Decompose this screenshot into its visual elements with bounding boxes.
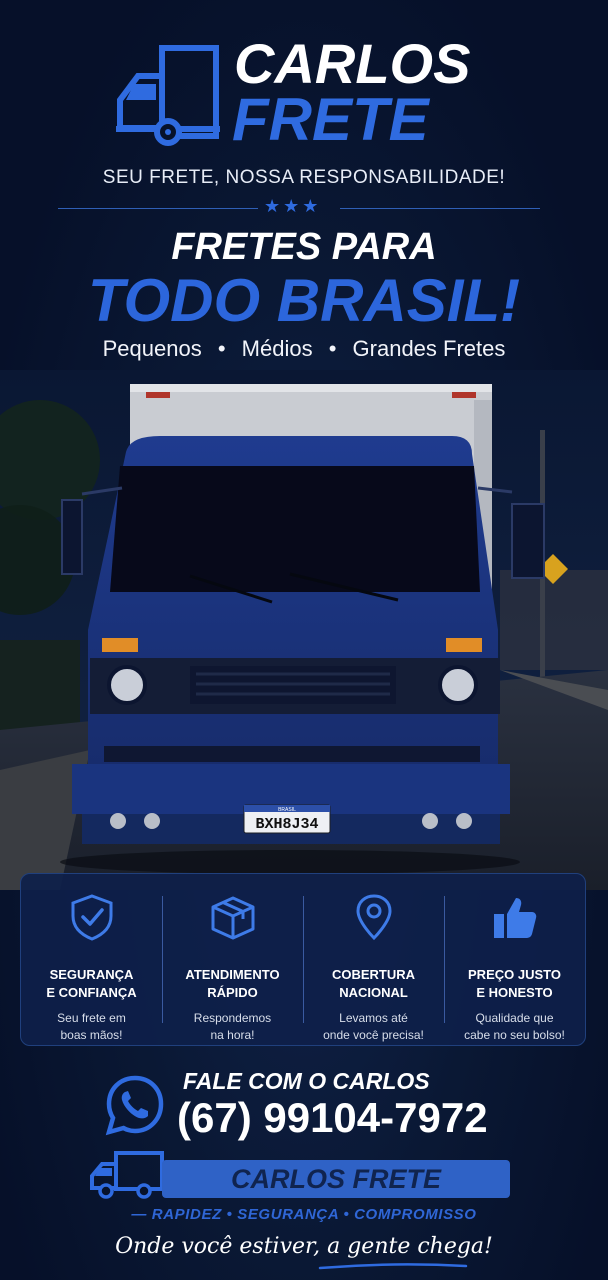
brand-name-line-2: FRETE [232, 86, 429, 153]
brand-name-line-1: CARLOS [234, 32, 471, 95]
headline-line-1: FRETES PARA [171, 226, 437, 268]
feature-national-coverage: COBERTURA NACIONAL Levamos até onde você… [303, 874, 444, 1045]
truck-photo: BRASIL BXH8J34 [0, 370, 608, 890]
slogan: Onde você estiver, a gente chega! [115, 1234, 493, 1259]
separator-dot: • [217, 336, 226, 361]
feature-title: PREÇO JUSTO E HONESTO [468, 967, 561, 1000]
size-large: Grandes Fretes [352, 336, 506, 361]
headline-line-2: TODO BRASIL! [87, 267, 521, 334]
windshield [110, 466, 480, 592]
feature-description: Levamos até onde você precisa! [323, 1011, 424, 1042]
feature-description: Qualidade que cabe no seu bolso! [464, 1011, 565, 1042]
brand-values: — RAPIDEZ • SEGURANÇA • COMPROMISSO [131, 1206, 477, 1223]
divider-left [58, 208, 258, 209]
truck-icon [90, 1151, 164, 1199]
headlight-left [107, 665, 147, 705]
stars-icon: ★★★ [264, 196, 322, 216]
tagline: SEU FRETE, NOSSA RESPONSABILIDADE! [102, 167, 506, 188]
plate-country: BRASIL [278, 807, 296, 813]
mirror-right [511, 503, 545, 579]
thumbs-up-icon [493, 898, 536, 938]
flyer: CARLOS FRETE SEU FRETE, NOSSA RESPONSABI… [0, 0, 608, 1280]
feature-description: Seu frete em boas mãos! [57, 1011, 126, 1042]
size-small: Pequenos [102, 336, 202, 361]
feature-description: Respondemos na hora! [193, 1011, 272, 1042]
feature-title: COBERTURA NACIONAL [331, 967, 416, 1000]
feature-security: SEGURANÇA E CONFIANÇA Seu frete em boas … [21, 874, 162, 1045]
phone-number[interactable]: (67) 99104-7972 [177, 1094, 488, 1142]
divider-right [340, 208, 540, 209]
freight-sizes: Pequenos • Médios • Grandes Fretes [0, 336, 608, 362]
contact-label: FALE COM O CARLOS [183, 1068, 430, 1094]
truck-logo-icon [116, 45, 220, 146]
shield-check-icon [71, 894, 112, 941]
plate-number: BXH8J34 [255, 816, 318, 833]
brand-banner: CARLOS FRETE [162, 1160, 510, 1198]
feature-fast-service: ATENDIMENTO RÁPIDO Respondemos na hora! [162, 874, 303, 1045]
feature-fair-price: PREÇO JUSTO E HONESTO Qualidade que cabe… [444, 874, 585, 1045]
feature-title: SEGURANÇA E CONFIANÇA [46, 967, 137, 1000]
brand-logo: CARLOS FRETE [0, 36, 608, 151]
mirror-left [61, 499, 83, 575]
feature-title: ATENDIMENTO RÁPIDO [185, 967, 280, 1000]
features-panel: SEGURANÇA E CONFIANÇA Seu frete em boas … [20, 873, 586, 1046]
box-icon [211, 896, 254, 940]
slogan-underline [318, 1263, 468, 1270]
whatsapp-icon[interactable] [104, 1074, 166, 1136]
headlight-right [438, 665, 478, 705]
separator-dot: • [328, 336, 337, 361]
size-medium: Médios [241, 336, 313, 361]
location-pin-icon [355, 894, 392, 941]
